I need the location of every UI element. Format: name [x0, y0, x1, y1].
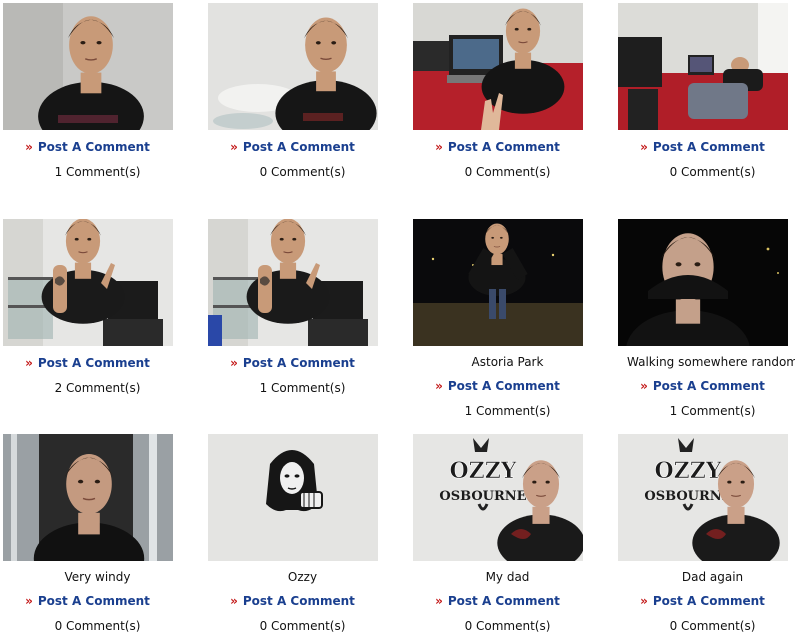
comment-count: 1 Comment(s) [464, 404, 551, 418]
post-comment-label: Post A Comment [242, 594, 355, 608]
photo-image [208, 3, 378, 130]
photo-card: Astoria Park » Post A Comment 1 Comment(s… [410, 219, 605, 419]
arrow-icon: » [25, 356, 33, 370]
post-comment-label: Post A Comment [447, 379, 560, 393]
post-comment-label: Post A Comment [652, 379, 765, 393]
svg-text:OSBOURNE: OSBOURNE [644, 489, 731, 504]
photo-gallery: » Post A Comment 1 Comment(s) » Post A Com… [0, 0, 795, 644]
arrow-icon: » [25, 140, 33, 154]
photo-thumbnail[interactable] [208, 219, 378, 346]
photo-thumbnail[interactable] [413, 219, 583, 346]
post-comment-link[interactable]: » Post A Comment [185, 139, 400, 155]
photo-thumbnail[interactable] [3, 434, 173, 561]
photo-card: » Post A Comment 1 Comment(s) [205, 219, 400, 396]
comment-count: 2 Comment(s) [54, 381, 141, 395]
photo-card: » Post A Comment 2 Comment(s) [0, 219, 195, 396]
comment-count: 0 Comment(s) [259, 165, 346, 179]
arrow-icon: » [640, 140, 648, 154]
photo-thumbnail[interactable] [208, 3, 378, 130]
svg-text:OZZY: OZZY [450, 458, 517, 484]
comment-count: 1 Comment(s) [669, 404, 756, 418]
comment-count: 0 Comment(s) [669, 165, 756, 179]
arrow-icon: » [640, 379, 648, 393]
arrow-icon: » [435, 594, 443, 608]
post-comment-label: Post A Comment [242, 140, 355, 154]
post-comment-label: Post A Comment [652, 594, 765, 608]
arrow-icon: » [640, 594, 648, 608]
photo-image [3, 3, 173, 130]
arrow-icon: » [435, 140, 443, 154]
post-comment-link[interactable]: » Post A Comment [390, 593, 605, 609]
photo-thumbnail[interactable] [208, 434, 378, 561]
photo-caption: Ozzy [287, 570, 318, 584]
arrow-icon: » [435, 379, 443, 393]
post-comment-label: Post A Comment [37, 594, 150, 608]
photo-caption: Very windy [64, 570, 131, 584]
photo-caption: Astoria Park [471, 355, 544, 369]
post-comment-link[interactable]: » Post A Comment [595, 593, 795, 609]
post-comment-label: Post A Comment [652, 140, 765, 154]
post-comment-link[interactable]: » Post A Comment [595, 378, 795, 394]
photo-thumbnail[interactable] [618, 219, 788, 346]
photo-image [413, 219, 583, 346]
photo-thumbnail[interactable] [3, 219, 173, 346]
photo-image [413, 3, 583, 130]
arrow-icon: » [230, 356, 238, 370]
photo-image [208, 434, 378, 561]
post-comment-link[interactable]: » Post A Comment [595, 139, 795, 155]
post-comment-link[interactable]: » Post A Comment [185, 593, 400, 609]
svg-text:OZZY: OZZY [655, 458, 722, 484]
comment-count: 0 Comment(s) [259, 619, 346, 633]
post-comment-link[interactable]: » Post A Comment [185, 355, 400, 371]
comment-count: 0 Comment(s) [464, 165, 551, 179]
photo-thumbnail[interactable] [413, 3, 583, 130]
photo-image: OZZY OSBOURNE [618, 434, 788, 561]
photo-thumbnail[interactable] [3, 3, 173, 130]
post-comment-link[interactable]: » Post A Comment [390, 378, 605, 394]
arrow-icon: » [25, 594, 33, 608]
post-comment-label: Post A Comment [37, 356, 150, 370]
photo-image [208, 219, 378, 346]
photo-card: Very windy » Post A Comment 0 Comment(s) [0, 434, 195, 634]
comment-count: 0 Comment(s) [464, 619, 551, 633]
photo-caption: Walking somewhere random [627, 355, 795, 369]
post-comment-link[interactable]: » Post A Comment [390, 139, 605, 155]
photo-card: OZZY OSBOURNE My dad » Post A Comment 0 C… [410, 434, 605, 634]
photo-card: » Post A Comment 0 Comment(s) [615, 3, 795, 180]
post-comment-link[interactable]: » Post A Comment [0, 593, 195, 609]
photo-thumbnail[interactable]: OZZY OSBOURNE [618, 434, 788, 561]
svg-text:OSBOURNE: OSBOURNE [439, 489, 526, 504]
post-comment-label: Post A Comment [447, 140, 560, 154]
photo-card: Ozzy » Post A Comment 0 Comment(s) [205, 434, 400, 634]
photo-caption: Dad again [681, 570, 744, 584]
comment-count: 0 Comment(s) [669, 619, 756, 633]
comment-count: 1 Comment(s) [259, 381, 346, 395]
post-comment-link[interactable]: » Post A Comment [0, 355, 195, 371]
post-comment-link[interactable]: » Post A Comment [0, 139, 195, 155]
photo-image [618, 219, 788, 346]
post-comment-label: Post A Comment [447, 594, 560, 608]
photo-thumbnail[interactable]: OZZY OSBOURNE [413, 434, 583, 561]
arrow-icon: » [230, 594, 238, 608]
photo-card: Walking somewhere random » Post A Comment… [615, 219, 795, 419]
photo-card: OZZY OSBOURNE Dad again » Post A Comment … [615, 434, 795, 634]
comment-count: 1 Comment(s) [54, 165, 141, 179]
photo-card: » Post A Comment 0 Comment(s) [205, 3, 400, 180]
photo-image [3, 434, 173, 561]
post-comment-label: Post A Comment [242, 356, 355, 370]
arrow-icon: » [230, 140, 238, 154]
photo-card: » Post A Comment 0 Comment(s) [410, 3, 605, 180]
photo-image [618, 3, 788, 130]
photo-card: » Post A Comment 1 Comment(s) [0, 3, 195, 180]
post-comment-label: Post A Comment [37, 140, 150, 154]
photo-image [3, 219, 173, 346]
photo-image: OZZY OSBOURNE [413, 434, 583, 561]
photo-thumbnail[interactable] [618, 3, 788, 130]
photo-caption: My dad [485, 570, 530, 584]
comment-count: 0 Comment(s) [54, 619, 141, 633]
